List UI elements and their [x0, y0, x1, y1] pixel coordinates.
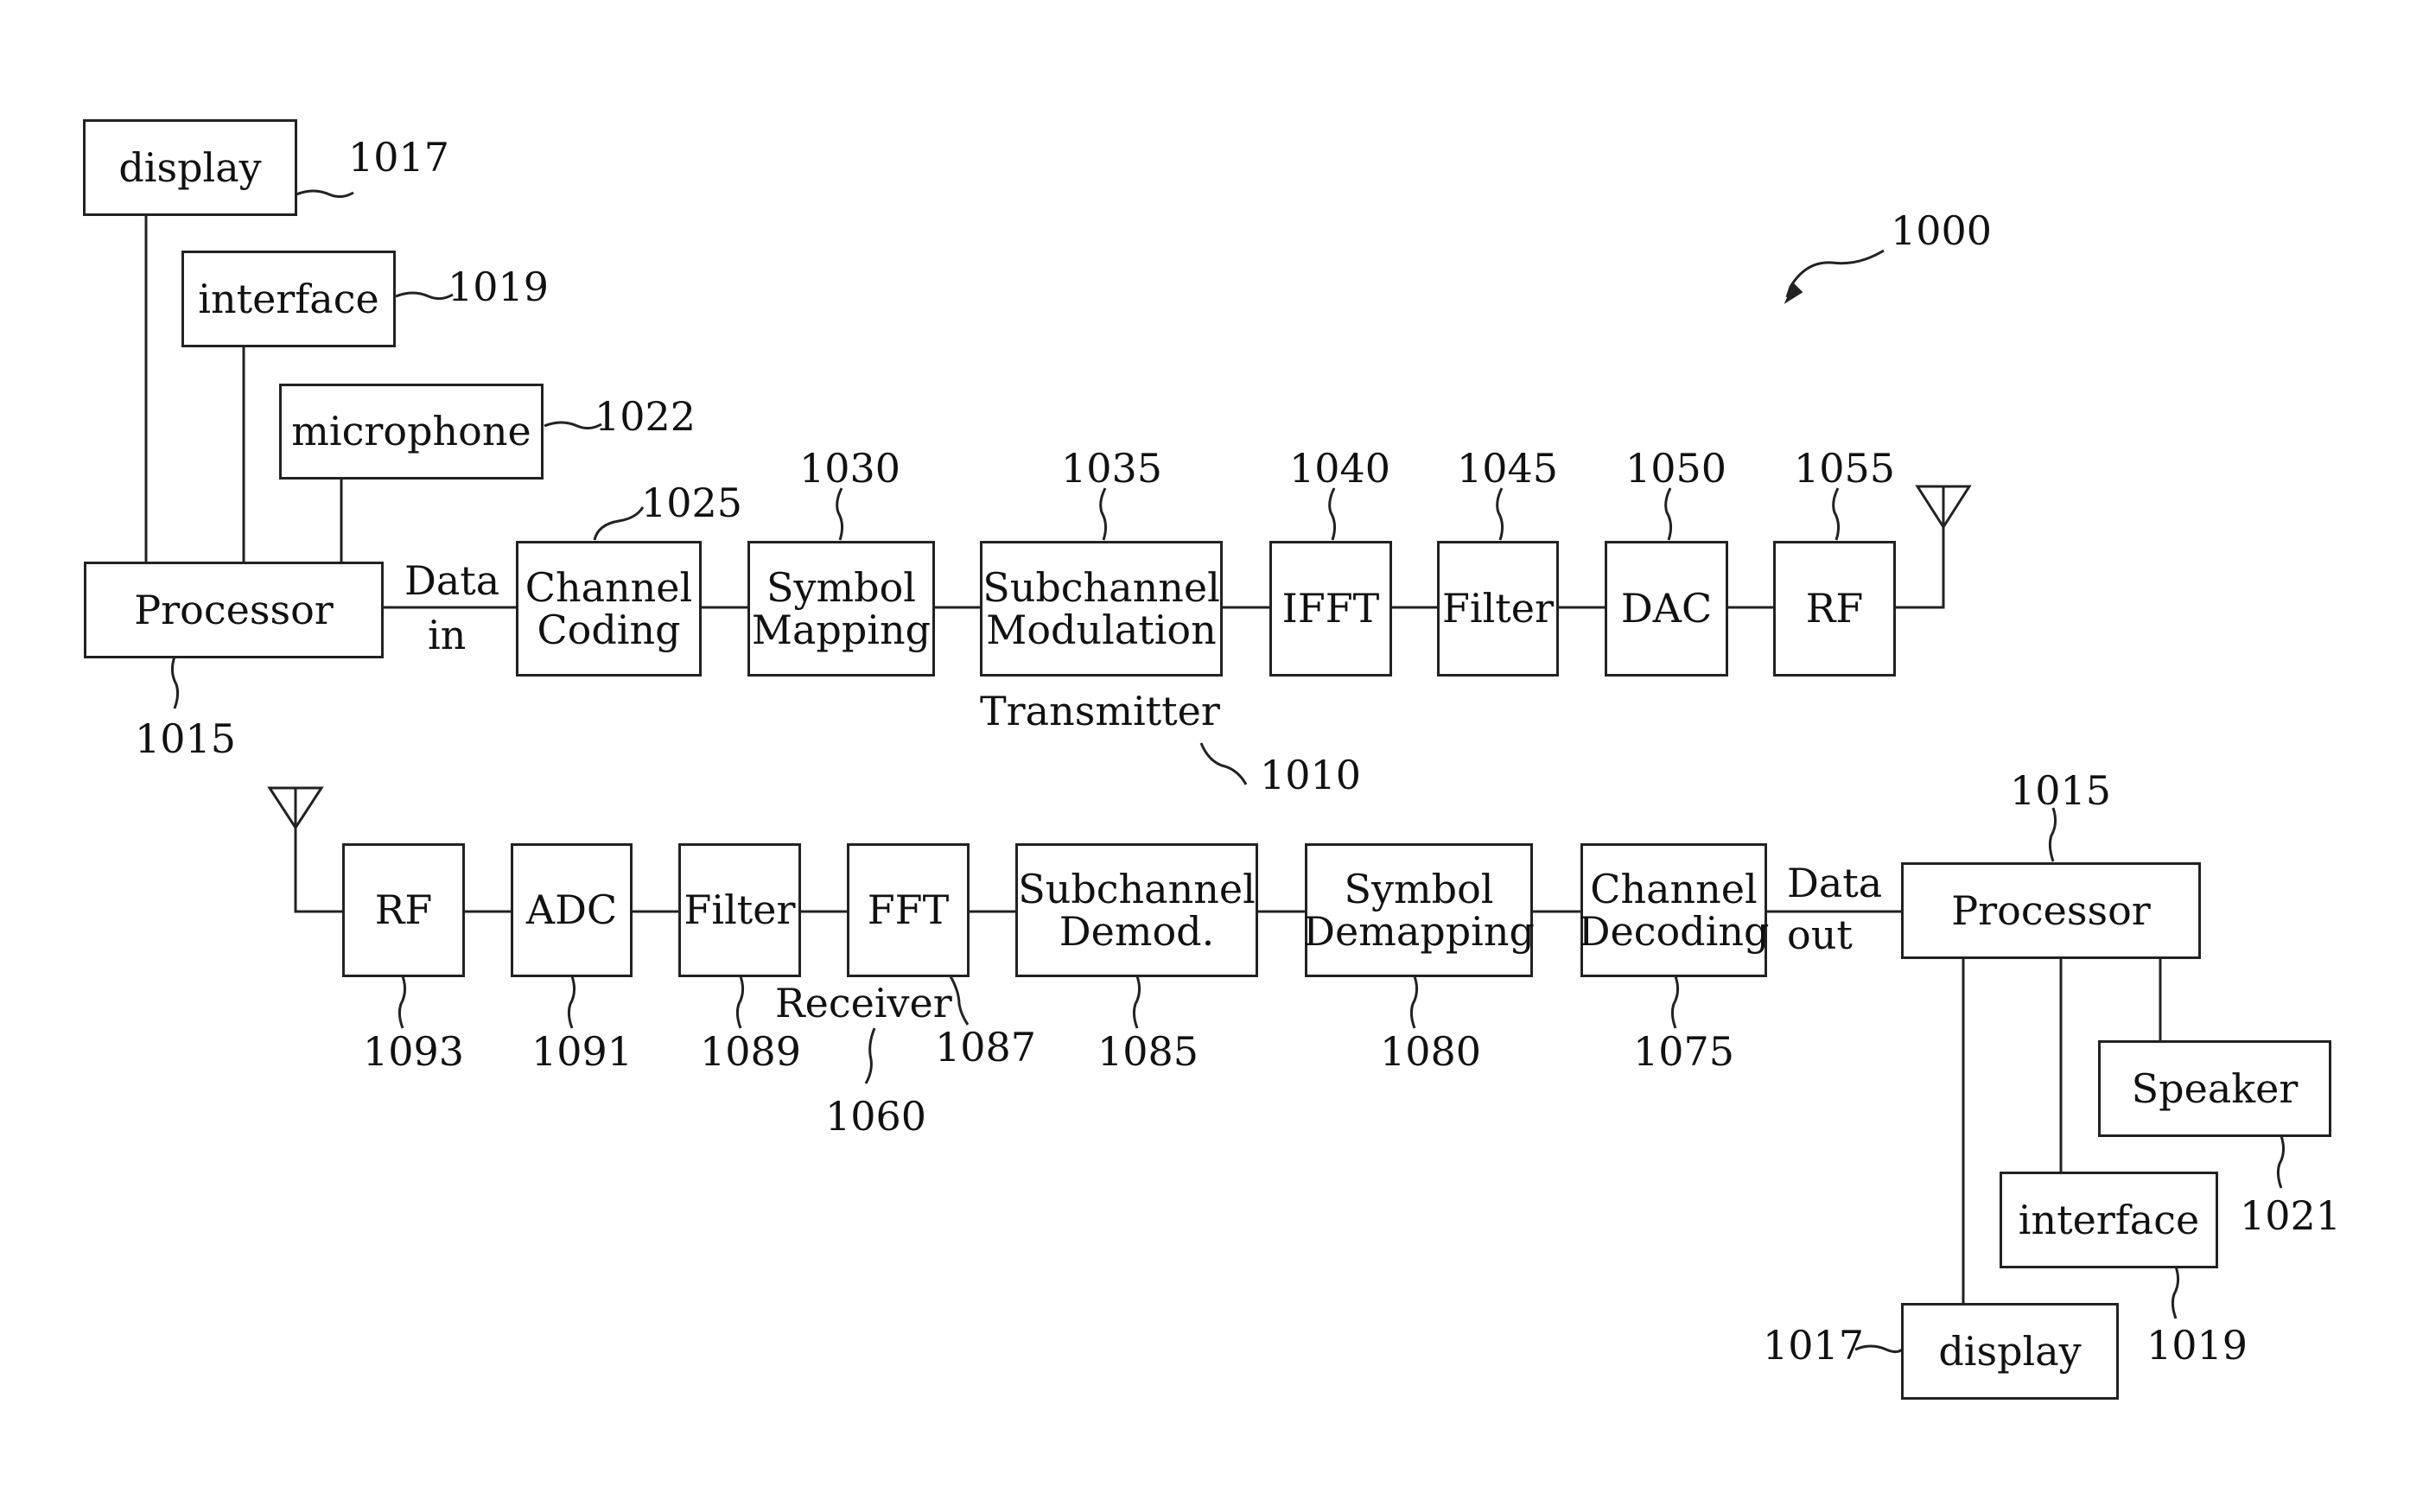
transmitter-label: Transmitter [980, 688, 1220, 734]
rx-speaker-label: Speaker [2131, 1064, 2299, 1112]
rx-channel-decoding-box: Channel Decoding [1578, 843, 1770, 977]
tx-block-line: Filter [1441, 585, 1555, 632]
rx-display-label: display [1938, 1327, 2082, 1375]
rx-block-line: Decoding [1578, 907, 1770, 955]
tx-block-line: Coding [537, 606, 681, 653]
rx-display-ref: 1017 [1763, 1322, 1865, 1369]
rx-adc-box: ADC [511, 843, 633, 977]
rx-channel-decoding-ref: 1075 [1633, 1028, 1735, 1075]
rx-symbol-demapping-box: Symbol Demapping [1303, 843, 1535, 977]
rx-block-line: Channel [1590, 866, 1758, 913]
tx-block-line: Symbol [766, 564, 916, 612]
tx-dac-ref: 1050 [1625, 445, 1727, 492]
tx-block-line: IFFT [1281, 585, 1380, 632]
rx-speaker-ref: 1021 [2240, 1192, 2342, 1239]
rx-fft-ref: 1087 [935, 1024, 1037, 1070]
rx-block-line: Symbol [1344, 866, 1494, 913]
tx-interface-box: interface [181, 251, 396, 347]
tx-dac-box: DAC [1605, 541, 1728, 677]
tx-symbol-mapping-box: Symbol Mapping [747, 541, 935, 677]
tx-processor-ref: 1015 [135, 715, 237, 762]
rx-symbol-demapping-ref: 1080 [1380, 1028, 1482, 1075]
tx-channel-coding-box: Channel Coding [516, 541, 702, 677]
rx-subchannel-demod-ref: 1085 [1097, 1028, 1199, 1075]
data-in-label-1: Data [404, 557, 500, 604]
tx-subchannel-modulation-ref: 1035 [1061, 445, 1163, 492]
rx-rf-box: RF [342, 843, 465, 977]
rx-block-line: FFT [867, 886, 950, 934]
rx-block-line: Filter [684, 886, 796, 934]
tx-channel-coding-ref: 1025 [641, 480, 743, 526]
tx-symbol-mapping-ref: 1030 [799, 445, 901, 492]
data-out-label-2: out [1787, 912, 1853, 958]
tx-ifft-ref: 1040 [1289, 445, 1391, 492]
receiver-ref: 1060 [825, 1093, 927, 1140]
tx-microphone-label: microphone [291, 408, 531, 455]
tx-display-box: display [83, 119, 297, 216]
tx-display-ref: 1017 [348, 134, 450, 181]
tx-block-line: Modulation [986, 606, 1217, 653]
rx-block-line: RF [374, 886, 433, 934]
receiver-label: Receiver [775, 980, 952, 1026]
rx-processor-ref: 1015 [2010, 767, 2112, 814]
rx-display-box: display [1901, 1303, 2119, 1400]
tx-interface-ref: 1019 [448, 264, 550, 310]
figure-reference: 1000 [1891, 207, 1993, 254]
rx-block-line: Demod. [1059, 907, 1215, 955]
tx-ifft-box: IFFT [1269, 541, 1392, 677]
tx-subchannel-modulation-box: Subchannel Modulation [980, 541, 1223, 677]
tx-block-line: Mapping [751, 606, 932, 653]
tx-block-line: DAC [1620, 585, 1713, 632]
tx-processor-box: Processor [84, 562, 384, 658]
tx-filter-box: Filter [1437, 541, 1559, 677]
tx-rf-box: RF [1773, 541, 1896, 677]
rx-interface-box: interface [2000, 1172, 2218, 1268]
connection-lines [144, 189, 2286, 1354]
tx-interface-label: interface [198, 275, 379, 322]
tx-display-label: display [118, 143, 262, 191]
rx-speaker-box: Speaker [2098, 1040, 2331, 1137]
tx-microphone-box: microphone [279, 384, 544, 480]
rx-processor-label: Processor [1951, 886, 2151, 934]
rx-interface-ref: 1019 [2146, 1322, 2248, 1369]
transmitter-ref: 1010 [1260, 752, 1362, 798]
rx-processor-box: Processor [1901, 862, 2201, 959]
rx-filter-box: Filter [678, 843, 801, 977]
tx-microphone-ref: 1022 [595, 393, 696, 440]
rx-filter-ref: 1089 [700, 1028, 802, 1075]
rx-block-line: Subchannel [1018, 866, 1256, 913]
tx-filter-ref: 1045 [1457, 445, 1559, 492]
tx-block-line: RF [1805, 585, 1864, 632]
tx-block-line: Channel [525, 564, 693, 612]
data-in-label-2: in [428, 612, 467, 658]
data-out-label-1: Data [1787, 860, 1883, 906]
tx-rf-ref: 1055 [1794, 445, 1896, 492]
rx-fft-box: FFT [847, 843, 970, 977]
rx-interface-label: interface [2018, 1196, 2200, 1243]
tx-processor-label: Processor [134, 586, 334, 633]
rx-block-line: Demapping [1303, 907, 1535, 955]
tx-block-line: Subchannel [982, 564, 1220, 612]
rx-rf-ref: 1093 [363, 1028, 465, 1075]
rx-subchannel-demod-box: Subchannel Demod. [1015, 843, 1258, 977]
rx-adc-ref: 1091 [531, 1028, 633, 1075]
rx-block-line: ADC [525, 886, 618, 934]
